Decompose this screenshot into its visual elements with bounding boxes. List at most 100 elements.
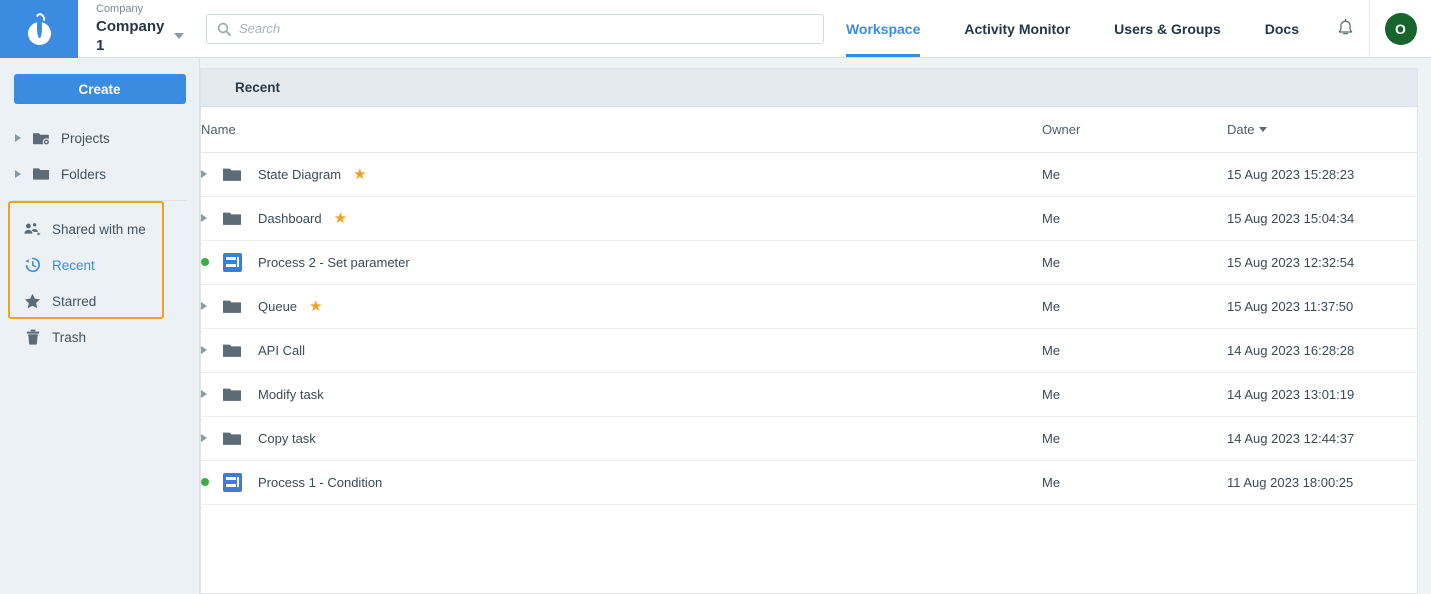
nav-label-docs: Docs: [1264, 20, 1299, 37]
table-row[interactable]: Queue ★ Me 15 Aug 2023 11:37:50: [201, 284, 1417, 329]
column-label-name: Name: [201, 121, 236, 137]
cell-owner: Me: [1042, 240, 1227, 285]
nav-label-workspace: Workspace: [845, 20, 921, 37]
sidebar-label-recent: Recent: [52, 257, 95, 273]
expand-arrow-icon[interactable]: [201, 302, 223, 310]
app-window: Company Company 1 Workspace Activity Mon…: [0, 0, 1431, 594]
history-clock-icon: [23, 256, 42, 274]
star-icon[interactable]: ★: [353, 167, 366, 182]
search-input[interactable]: [238, 21, 813, 36]
search-area: [205, 0, 824, 57]
expand-arrow-icon[interactable]: [201, 346, 223, 354]
cell-name: Queue ★: [201, 284, 1042, 329]
folder-icon: [223, 211, 254, 226]
row-name-label: State Diagram: [258, 166, 342, 182]
folder-icon: [223, 387, 254, 402]
row-name-label: Copy task: [258, 430, 316, 446]
table-row[interactable]: State Diagram ★ Me 15 Aug 2023 15:28:23: [201, 152, 1417, 197]
cell-owner: Me: [1042, 196, 1227, 241]
recent-panel: Recent Name Owner Date State Diagram ★ M…: [200, 68, 1418, 594]
folder-icon: [223, 343, 254, 358]
column-label-date: Date: [1227, 121, 1255, 137]
cell-date: 11 Aug 2023 18:00:25: [1227, 460, 1417, 505]
nav-item-users-groups[interactable]: Users & Groups: [1092, 0, 1243, 57]
folder-icon: [223, 431, 254, 446]
cell-name: Modify task: [201, 372, 1042, 417]
sidebar-item-recent[interactable]: Recent: [0, 247, 199, 283]
sidebar-item-trash[interactable]: Trash: [0, 319, 199, 355]
process-file-icon: [223, 472, 254, 492]
user-menu-button[interactable]: O: [1369, 0, 1431, 57]
panel-title: Recent: [201, 69, 1417, 107]
expand-arrow-icon[interactable]: [15, 134, 21, 142]
sort-descending-caret-icon[interactable]: [1259, 126, 1268, 132]
sidebar-label-projects: Projects: [61, 130, 110, 146]
column-header-owner[interactable]: Owner: [1042, 107, 1227, 153]
row-name-label: Process 2 - Set parameter: [258, 254, 410, 270]
sidebar-label-folders: Folders: [61, 166, 107, 182]
cell-date: 15 Aug 2023 12:32:54: [1227, 240, 1417, 285]
process-file-icon: [223, 252, 254, 272]
sidebar-quick-access-group: Shared with me Recent Starred Trash: [0, 211, 199, 355]
folder-icon: [223, 167, 254, 182]
sidebar-divider: [12, 200, 187, 201]
sidebar-item-starred[interactable]: Starred: [0, 283, 199, 319]
cell-owner: Me: [1042, 284, 1227, 329]
column-header-name[interactable]: Name: [201, 107, 1042, 153]
nav-label-activity-monitor: Activity Monitor: [964, 20, 1071, 37]
notifications-button[interactable]: [1321, 0, 1369, 57]
table-row[interactable]: Process 1 - Condition Me 11 Aug 2023 18:00…: [201, 460, 1417, 505]
expand-arrow-icon[interactable]: [15, 170, 21, 178]
sidebar: Create Projects Folders Shared with me R…: [0, 58, 200, 594]
table-row[interactable]: Modify task Me 14 Aug 2023 13:01:19: [201, 372, 1417, 417]
folder-icon: [32, 165, 51, 183]
main-navigation: Workspace Activity Monitor Users & Group…: [824, 0, 1431, 57]
table-header-row: Name Owner Date: [201, 107, 1417, 153]
cell-date: 14 Aug 2023 16:28:28: [1227, 328, 1417, 373]
nav-label-users-groups: Users & Groups: [1114, 20, 1221, 37]
cell-date: 14 Aug 2023 12:44:37: [1227, 416, 1417, 461]
cell-date: 15 Aug 2023 15:04:34: [1227, 196, 1417, 241]
expand-arrow-icon[interactable]: [201, 390, 223, 398]
table-row[interactable]: Process 2 - Set parameter Me 15 Aug 2023 1…: [201, 240, 1417, 285]
expand-arrow-icon[interactable]: [201, 170, 223, 178]
cell-date: 15 Aug 2023 11:37:50: [1227, 284, 1417, 329]
table-row[interactable]: Copy task Me 14 Aug 2023 12:44:37: [201, 416, 1417, 461]
sidebar-item-shared-with-me[interactable]: Shared with me: [0, 211, 199, 247]
sidebar-label-shared-with-me: Shared with me: [52, 221, 146, 237]
cell-name: Copy task: [201, 416, 1042, 461]
table-row[interactable]: Dashboard ★ Me 15 Aug 2023 15:04:34: [201, 196, 1417, 241]
create-button[interactable]: Create: [13, 74, 186, 104]
cell-name: API Call: [201, 328, 1042, 373]
shared-users-icon: [23, 220, 42, 238]
company-label: Company: [96, 3, 144, 15]
sidebar-item-projects[interactable]: Projects: [0, 120, 199, 156]
nav-item-docs[interactable]: Docs: [1243, 0, 1321, 57]
cell-name: Process 1 - Condition: [201, 460, 1042, 505]
star-icon[interactable]: ★: [309, 299, 322, 314]
chevron-down-icon[interactable]: [173, 33, 184, 39]
cell-date: 15 Aug 2023 15:28:23: [1227, 152, 1417, 197]
expand-arrow-icon[interactable]: [201, 434, 223, 442]
nav-item-workspace[interactable]: Workspace: [824, 0, 942, 57]
star-icon[interactable]: ★: [334, 211, 347, 226]
app-logo-button[interactable]: [0, 0, 78, 58]
expand-arrow-icon[interactable]: [201, 214, 223, 222]
sidebar-item-folders[interactable]: Folders: [0, 156, 199, 192]
nav-item-activity-monitor[interactable]: Activity Monitor: [942, 0, 1092, 57]
row-name-label: Queue: [258, 298, 298, 314]
files-table: Name Owner Date State Diagram ★ Me 15 Au…: [201, 107, 1417, 505]
column-label-owner: Owner: [1042, 121, 1081, 137]
row-name-label: API Call: [258, 342, 305, 358]
search-box[interactable]: [205, 13, 824, 44]
company-selector[interactable]: Company Company 1: [78, 0, 206, 57]
sidebar-tree: Projects Folders: [0, 120, 199, 192]
table-row[interactable]: API Call Me 14 Aug 2023 16:28:28: [201, 328, 1417, 373]
cell-name: State Diagram ★: [201, 152, 1042, 197]
sidebar-label-trash: Trash: [52, 329, 87, 345]
sidebar-label-starred: Starred: [52, 293, 97, 309]
row-name-label: Process 1 - Condition: [258, 474, 383, 490]
column-header-date[interactable]: Date: [1227, 107, 1417, 153]
cell-owner: Me: [1042, 460, 1227, 505]
star-icon: [23, 292, 42, 310]
